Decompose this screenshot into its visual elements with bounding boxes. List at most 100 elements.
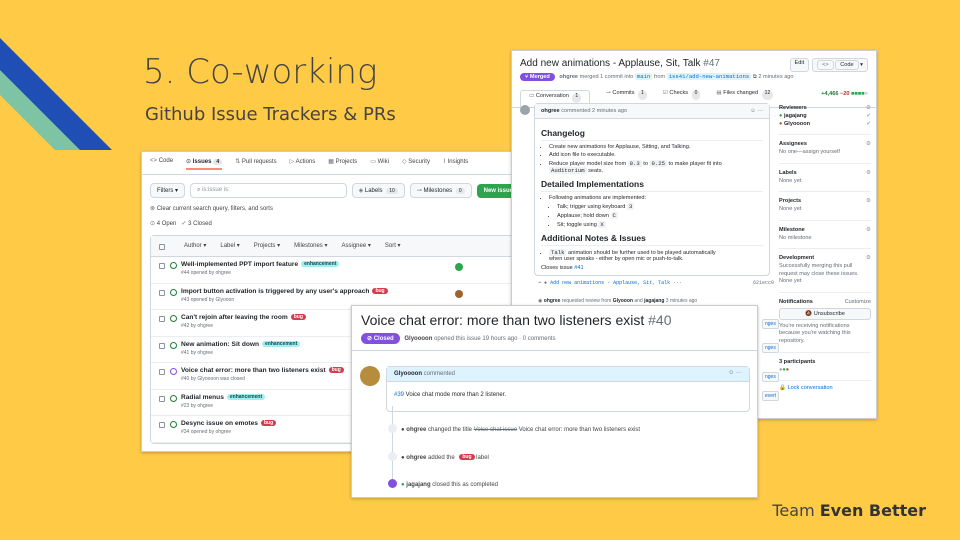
commit-message[interactable]: Add new animations - Applause, Sit, Talk xyxy=(550,280,670,286)
gear-icon[interactable]: ⚙ xyxy=(866,105,871,111)
issue-label[interactable]: enhancement xyxy=(301,261,340,267)
issue-label[interactable]: bug xyxy=(328,367,344,373)
tab-security[interactable]: ◇ Security xyxy=(402,158,430,170)
tab-projects[interactable]: ▦ Projects xyxy=(328,158,357,170)
search-input[interactable]: ⌕ is:issue is: xyxy=(190,183,347,198)
issue-title-link[interactable]: New animation: Sit down xyxy=(181,341,259,348)
gear-icon[interactable]: ⚙ xyxy=(866,255,871,261)
slide-title: 5. Co-working xyxy=(143,52,378,92)
assignees-section: Assignees ⚙ No one—assign yourself xyxy=(779,139,871,164)
head-branch[interactable]: iss41/add-new-animations xyxy=(666,73,752,80)
open-issue-icon xyxy=(170,288,177,296)
row-checkbox[interactable] xyxy=(159,342,165,349)
view-changes-button[interactable]: nges xyxy=(762,372,779,382)
gear-icon[interactable]: ⚙ xyxy=(866,227,871,233)
issue-label[interactable]: enhancement xyxy=(226,393,266,400)
list-item: Talk animation should be further used to… xyxy=(549,249,763,262)
commit-sha[interactable]: 621ecc0 xyxy=(753,280,774,286)
tab-actions[interactable]: ▷ Actions xyxy=(290,158,316,170)
issue-title-link[interactable]: Desync issue on emotes xyxy=(181,420,258,427)
issue-label[interactable]: bug xyxy=(290,314,306,320)
check-circle-icon: ⊘ xyxy=(367,336,373,342)
row-checkbox[interactable] xyxy=(159,289,165,296)
reviewer[interactable]: ● Glyoooon ✓ xyxy=(779,121,871,129)
closes-issue-link[interactable]: #41 xyxy=(574,265,583,271)
gear-icon[interactable]: ⚙ xyxy=(866,198,871,204)
close-event: ● jagajang closed this as completed xyxy=(388,479,498,488)
row-checkbox[interactable] xyxy=(159,263,165,269)
pull-request-icon: ⇅ xyxy=(235,159,241,165)
revert-button[interactable]: evert xyxy=(762,391,780,401)
pr-merger[interactable]: ohgree xyxy=(559,74,578,80)
customize-link[interactable]: Customize xyxy=(845,299,871,305)
unsubscribe-button[interactable]: 🔕 Unsubscribe xyxy=(779,307,871,320)
issue-title-link[interactable]: Radial menus xyxy=(181,394,224,401)
more-icon[interactable]: ☺ ··· xyxy=(728,370,742,376)
edit-button[interactable]: Edit xyxy=(789,58,810,72)
gear-icon[interactable]: ⚙ xyxy=(866,170,871,176)
avatar: ● xyxy=(401,427,405,433)
labels-section: Labels ⚙ None yet xyxy=(779,168,871,193)
clear-filters-link[interactable]: ⊗ Clear current search query, filters, a… xyxy=(142,202,528,215)
open-issues-link[interactable]: ⊙ 4 Open xyxy=(150,221,176,227)
issue-comment: Glyoooon commented ☺ ··· #39 Voice chat m… xyxy=(386,366,750,412)
row-checkbox[interactable] xyxy=(159,422,165,428)
avatar xyxy=(455,289,463,298)
view-changes-button[interactable]: nges xyxy=(762,343,779,353)
review-request-event: ◉ ohgree requested review from Glyooon a… xyxy=(538,298,698,304)
issue-title-link[interactable]: Well-implemented PPT import feature xyxy=(181,261,298,268)
merge-icon: ⑂ xyxy=(525,74,529,80)
projects-filter[interactable]: Projects ▾ xyxy=(254,242,280,250)
bug-label[interactable]: bug xyxy=(459,454,475,460)
table-row[interactable]: Well-implemented PPT import feature enhan… xyxy=(151,257,519,284)
row-checkbox[interactable] xyxy=(159,395,165,402)
avatar xyxy=(455,263,463,271)
code-button[interactable]: <> Code ▾ xyxy=(812,58,868,72)
pr-actions: Edit <> Code ▾ xyxy=(789,58,868,72)
view-changes-button[interactable]: nges xyxy=(762,319,779,329)
search-icon: ⌕ xyxy=(197,187,201,193)
issue-link[interactable]: #39 xyxy=(394,392,404,398)
lock-conversation-link[interactable]: 🔒 Lock conversation xyxy=(779,385,871,391)
issue-label[interactable]: bug xyxy=(260,420,277,426)
milestones-filter[interactable]: Milestones ▾ xyxy=(294,242,327,250)
tab-pull-requests[interactable]: ⇅ Pull requests xyxy=(235,158,276,170)
issue-meta: ⊘ Closed Glyoooon opened this issue 19 h… xyxy=(352,331,757,351)
labels-button[interactable]: ◈ Labels 10 xyxy=(351,183,405,198)
row-checkbox[interactable] xyxy=(159,316,165,322)
ellipsis-icon[interactable]: ··· xyxy=(673,280,682,286)
timeline-line xyxy=(392,406,393,488)
row-checkbox[interactable] xyxy=(159,369,165,375)
assignee-filter[interactable]: Assignee ▾ xyxy=(342,242,371,250)
closed-badge: ⊘ Closed xyxy=(361,333,400,344)
tab-insights[interactable]: ⌇ Insights xyxy=(443,158,468,170)
comment-icon: ▭ xyxy=(529,93,535,99)
issue-label[interactable]: enhancement xyxy=(262,340,301,347)
issue-title-link[interactable]: Can't rejoin after leaving the room xyxy=(181,314,288,321)
pencil-icon xyxy=(388,424,397,433)
more-icon[interactable]: ☺ ··· xyxy=(750,108,763,114)
closed-issue-icon xyxy=(170,368,177,375)
list-item: Following animations are implemented: xyxy=(549,195,763,201)
filters-button[interactable]: Filters ▾ xyxy=(150,183,186,198)
tab-code[interactable]: <> Code xyxy=(150,158,173,170)
issue-title-link[interactable]: Import button activation is triggered by… xyxy=(181,288,369,295)
issue-author[interactable]: Glyoooon xyxy=(404,336,432,342)
reviewer[interactable]: ● jagajang ✓ xyxy=(779,113,871,121)
gear-icon[interactable]: ⚙ xyxy=(866,141,871,147)
avatar: ● xyxy=(401,455,405,461)
base-branch[interactable]: main xyxy=(634,73,653,80)
author-filter[interactable]: Author ▾ xyxy=(184,242,206,250)
tab-wiki[interactable]: ▭ Wiki xyxy=(370,158,389,170)
tab-issues[interactable]: ⊙ Issues 4 xyxy=(186,158,223,170)
commit-event: ⊸ ● Add new animations - Applause, Sit, … xyxy=(538,280,774,286)
closed-issues-link[interactable]: ✓ 3 Closed xyxy=(181,221,211,227)
sort-filter[interactable]: Sort ▾ xyxy=(385,242,401,250)
label-filter[interactable]: Label ▾ xyxy=(220,242,239,250)
graph-icon: ⌇ xyxy=(442,159,446,165)
milestones-button[interactable]: ⊸ Milestones 0 xyxy=(409,183,472,198)
issue-label[interactable]: bug xyxy=(372,287,388,294)
select-all-checkbox[interactable] xyxy=(159,244,165,250)
decorative-stripes xyxy=(0,38,112,150)
issue-title-link[interactable]: Voice chat error: more than two listener… xyxy=(181,367,326,374)
